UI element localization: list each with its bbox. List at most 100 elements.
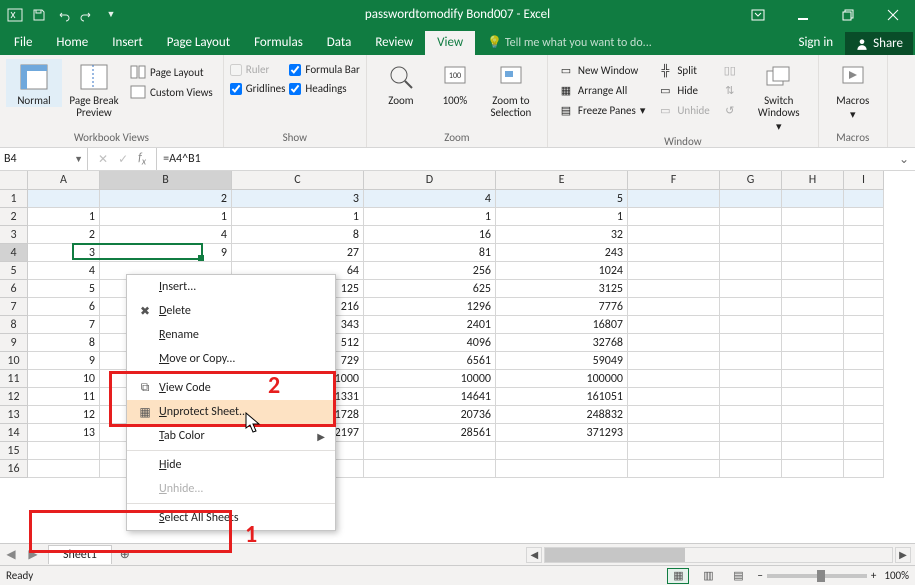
menu-item-unprotect-sheet[interactable]: ▦Unprotect Sheet...	[127, 400, 335, 424]
cell-A7[interactable]: 6	[28, 298, 100, 316]
menu-item-view-code[interactable]: ⧉View Code	[127, 376, 335, 400]
cell-G9[interactable]	[720, 334, 782, 352]
cell-E11[interactable]: 100000	[496, 370, 628, 388]
view-side-by-side-button[interactable]: ▯▯	[718, 61, 742, 79]
cell-D1[interactable]: 4	[364, 190, 496, 208]
add-sheet-button[interactable]: ⊕	[112, 547, 138, 562]
spreadsheet-grid[interactable]: ABCDEFGHI 12345678910111213141516 234511…	[0, 171, 915, 543]
row-header-13[interactable]: 13	[0, 406, 28, 424]
cell-C3[interactable]: 8	[232, 226, 364, 244]
cell-G3[interactable]	[720, 226, 782, 244]
cell-E13[interactable]: 248832	[496, 406, 628, 424]
cell-F5[interactable]	[628, 262, 720, 280]
column-header-E[interactable]: E	[496, 171, 628, 190]
menu-item-tab-color[interactable]: Tab Color▶	[127, 424, 335, 448]
unhide-window-button[interactable]: ▭Unhide	[653, 101, 713, 119]
cell-H15[interactable]	[782, 442, 844, 460]
insert-function-icon[interactable]: fx	[138, 151, 146, 167]
row-header-15[interactable]: 15	[0, 442, 28, 460]
cell-I7[interactable]	[844, 298, 884, 316]
zoom-level[interactable]: 100%	[884, 569, 909, 582]
column-header-H[interactable]: H	[782, 171, 844, 190]
tab-review[interactable]: Review	[363, 31, 425, 55]
cell-A3[interactable]: 2	[28, 226, 100, 244]
cell-H16[interactable]	[782, 460, 844, 478]
cell-D5[interactable]: 256	[364, 262, 496, 280]
cell-I13[interactable]	[844, 406, 884, 424]
cell-F10[interactable]	[628, 352, 720, 370]
cell-F4[interactable]	[628, 244, 720, 262]
minimize-button[interactable]	[780, 0, 825, 29]
menu-item-delete[interactable]: ✖Delete	[127, 299, 335, 323]
cell-I8[interactable]	[844, 316, 884, 334]
column-header-B[interactable]: B	[100, 171, 232, 190]
cell-G16[interactable]	[720, 460, 782, 478]
cell-I12[interactable]	[844, 388, 884, 406]
cell-G13[interactable]	[720, 406, 782, 424]
row-header-16[interactable]: 16	[0, 460, 28, 478]
horizontal-scrollbar[interactable]: ◀ ▶	[522, 547, 915, 563]
freeze-panes-button[interactable]: ▤Freeze Panes ▾	[554, 101, 649, 119]
row-header-14[interactable]: 14	[0, 424, 28, 442]
menu-item-hide[interactable]: Hide	[127, 453, 335, 477]
cell-D7[interactable]: 1296	[364, 298, 496, 316]
select-all-corner[interactable]	[0, 171, 28, 190]
share-button[interactable]: Share	[845, 32, 913, 55]
qat-dropdown-icon[interactable]: ▼	[102, 6, 120, 24]
cell-E8[interactable]: 16807	[496, 316, 628, 334]
cell-I9[interactable]	[844, 334, 884, 352]
cell-A14[interactable]: 13	[28, 424, 100, 442]
cell-E2[interactable]: 1	[496, 208, 628, 226]
row-header-2[interactable]: 2	[0, 208, 28, 226]
cell-F1[interactable]	[628, 190, 720, 208]
cell-A9[interactable]: 8	[28, 334, 100, 352]
row-header-4[interactable]: 4	[0, 244, 28, 262]
cell-A8[interactable]: 7	[28, 316, 100, 334]
cell-G12[interactable]	[720, 388, 782, 406]
sheet-tab-sheet1[interactable]: Sheet1	[48, 545, 112, 564]
cell-D4[interactable]: 81	[364, 244, 496, 262]
cell-F8[interactable]	[628, 316, 720, 334]
cell-G10[interactable]	[720, 352, 782, 370]
menu-item-select-all-sheets[interactable]: Select All Sheets	[127, 506, 335, 530]
cell-G2[interactable]	[720, 208, 782, 226]
page-layout-status-icon[interactable]: ▥	[697, 568, 719, 584]
tab-formulas[interactable]: Formulas	[242, 31, 315, 55]
cancel-formula-icon[interactable]: ✕	[98, 152, 108, 167]
cell-E9[interactable]: 32768	[496, 334, 628, 352]
row-header-3[interactable]: 3	[0, 226, 28, 244]
macros-button[interactable]: Macros ▾	[825, 59, 881, 121]
cell-E4[interactable]: 243	[496, 244, 628, 262]
cell-G4[interactable]	[720, 244, 782, 262]
cell-G6[interactable]	[720, 280, 782, 298]
cell-G5[interactable]	[720, 262, 782, 280]
cell-A15[interactable]	[28, 442, 100, 460]
tab-insert[interactable]: Insert	[100, 31, 155, 55]
scroll-left-button[interactable]: ◀	[526, 547, 542, 563]
undo-icon[interactable]	[54, 6, 72, 24]
formula-input[interactable]: =A4^B1	[157, 152, 893, 166]
cell-G1[interactable]	[720, 190, 782, 208]
cell-A10[interactable]: 9	[28, 352, 100, 370]
normal-view-button[interactable]: Normal	[6, 59, 62, 107]
cell-E12[interactable]: 161051	[496, 388, 628, 406]
column-header-G[interactable]: G	[720, 171, 782, 190]
column-header-A[interactable]: A	[28, 171, 100, 190]
cell-D12[interactable]: 14641	[364, 388, 496, 406]
cell-A6[interactable]: 5	[28, 280, 100, 298]
cell-H10[interactable]	[782, 352, 844, 370]
cell-F11[interactable]	[628, 370, 720, 388]
scroll-thumb[interactable]	[545, 548, 685, 562]
cell-G15[interactable]	[720, 442, 782, 460]
cell-E6[interactable]: 3125	[496, 280, 628, 298]
cell-D11[interactable]: 10000	[364, 370, 496, 388]
ribbon-options-icon[interactable]	[735, 0, 780, 29]
row-header-9[interactable]: 9	[0, 334, 28, 352]
cell-E16[interactable]	[496, 460, 628, 478]
cell-D16[interactable]	[364, 460, 496, 478]
headings-checkbox[interactable]: Headings	[289, 82, 359, 95]
cell-E1[interactable]: 5	[496, 190, 628, 208]
save-icon[interactable]	[30, 6, 48, 24]
cell-I3[interactable]	[844, 226, 884, 244]
cell-A13[interactable]: 12	[28, 406, 100, 424]
